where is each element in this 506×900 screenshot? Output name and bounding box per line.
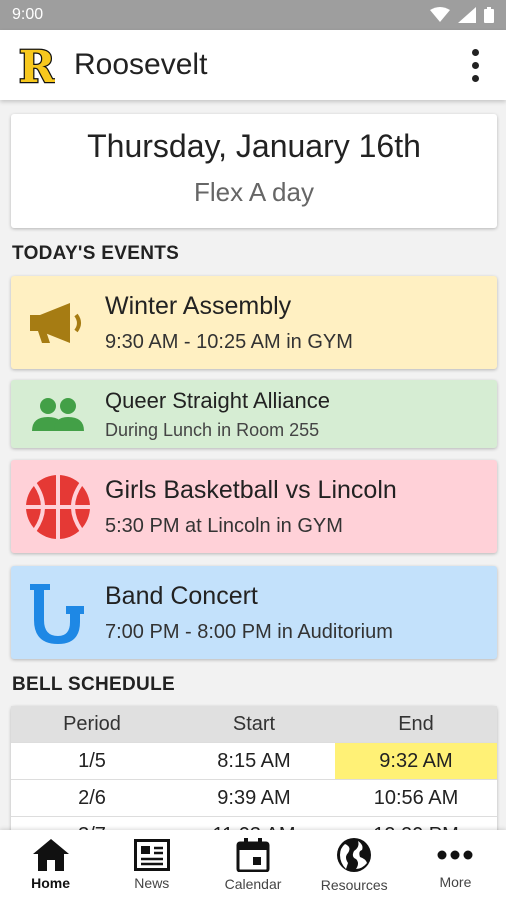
end-cell: 12:20 PM	[335, 817, 497, 831]
period-cell: 1/5	[78, 749, 106, 772]
event-text: Band Concert 7:00 PM - 8:00 PM in Audito…	[105, 582, 393, 644]
menu-dot	[471, 48, 479, 56]
nav-calendar[interactable]: Calendar	[202, 830, 303, 900]
status-icons	[430, 7, 494, 23]
school-logo: R	[18, 42, 56, 88]
date-card: Thursday, January 16th Flex A day	[11, 114, 497, 228]
event-text: Girls Basketball vs Lincoln 5:30 PM at L…	[105, 476, 397, 538]
status-bar: 9:00	[0, 0, 506, 30]
date-title: Thursday, January 16th	[87, 128, 421, 164]
event-card[interactable]: Queer Straight Alliance During Lunch in …	[11, 380, 497, 448]
start-cell: 9:39 AM	[217, 786, 291, 809]
overflow-menu-button[interactable]	[460, 45, 490, 85]
menu-dot	[471, 74, 479, 82]
event-detail: 7:00 PM - 8:00 PM in Auditorium	[105, 620, 393, 643]
table-row: 1/5 8:15 AM 9:32 AM	[11, 743, 497, 780]
bottom-navigation: Home News Calendar Resources More	[0, 830, 506, 900]
event-detail: 5:30 PM at Lincoln in GYM	[105, 514, 343, 537]
end-cell: 10:56 AM	[373, 786, 459, 809]
column-header: End	[398, 712, 434, 735]
app-bar: R Roosevelt	[0, 30, 506, 100]
saxophone-icon	[11, 580, 105, 646]
menu-dot	[471, 61, 479, 69]
day-type: Flex A day	[194, 177, 314, 207]
calendar-icon	[236, 838, 270, 872]
period-cell: 3/7	[11, 817, 173, 831]
signal-icon	[458, 7, 476, 23]
start-cell: 11:03 AM	[173, 817, 335, 831]
more-dots-icon	[437, 850, 473, 860]
battery-icon	[484, 7, 494, 23]
basketball-icon	[11, 474, 105, 540]
event-card[interactable]: Girls Basketball vs Lincoln 5:30 PM at L…	[11, 460, 497, 553]
nav-label: Home	[31, 875, 71, 891]
end-cell-highlighted: 9:32 AM	[335, 743, 497, 779]
events-header: TODAY'S EVENTS	[12, 243, 180, 264]
people-icon	[11, 397, 105, 431]
nav-news[interactable]: News	[101, 830, 202, 900]
event-card[interactable]: Band Concert 7:00 PM - 8:00 PM in Audito…	[11, 566, 497, 659]
nav-label: Resources	[320, 877, 388, 893]
nav-label: More	[439, 874, 472, 890]
news-icon	[133, 839, 170, 871]
event-text: Winter Assembly 9:30 AM - 10:25 AM in GY…	[105, 292, 353, 354]
period-cell: 2/6	[78, 786, 106, 809]
nav-more[interactable]: More	[405, 830, 506, 900]
event-detail: During Lunch in Room 255	[105, 419, 320, 440]
column-header: Start	[232, 712, 276, 735]
nav-resources[interactable]: Resources	[304, 830, 405, 900]
megaphone-icon	[11, 301, 105, 345]
table-row: 2/6 9:39 AM 10:56 AM	[11, 780, 497, 817]
app-title: Roosevelt	[74, 48, 208, 81]
event-title: Winter Assembly	[105, 291, 292, 320]
table-header-row: Period Start End	[11, 706, 497, 743]
event-title: Band Concert	[105, 581, 258, 610]
event-card[interactable]: Winter Assembly 9:30 AM - 10:25 AM in GY…	[11, 276, 497, 369]
event-title: Queer Straight Alliance	[105, 387, 331, 413]
home-content[interactable]: Thursday, January 16th Flex A day TODAY'…	[0, 100, 506, 830]
table-row: 3/7 11:03 AM 12:20 PM	[11, 817, 497, 831]
nav-home[interactable]: Home	[0, 830, 101, 900]
home-icon	[32, 839, 69, 871]
nav-label: News	[134, 875, 170, 891]
globe-icon	[337, 838, 372, 872]
event-detail: 9:30 AM - 10:25 AM in GYM	[105, 330, 353, 353]
start-cell: 8:15 AM	[217, 749, 291, 772]
status-time: 9:00	[12, 6, 44, 23]
event-text: Queer Straight Alliance During Lunch in …	[105, 388, 330, 441]
bell-schedule-header: BELL SCHEDULE	[12, 674, 175, 695]
wifi-icon	[430, 7, 450, 22]
column-header: Period	[63, 712, 121, 735]
nav-label: Calendar	[224, 876, 282, 892]
event-title: Girls Basketball vs Lincoln	[105, 475, 397, 504]
logo-letter: R	[19, 43, 55, 87]
bell-schedule-table: Period Start End 1/5 8:15 AM 9:32 AM 2/6…	[11, 706, 497, 830]
